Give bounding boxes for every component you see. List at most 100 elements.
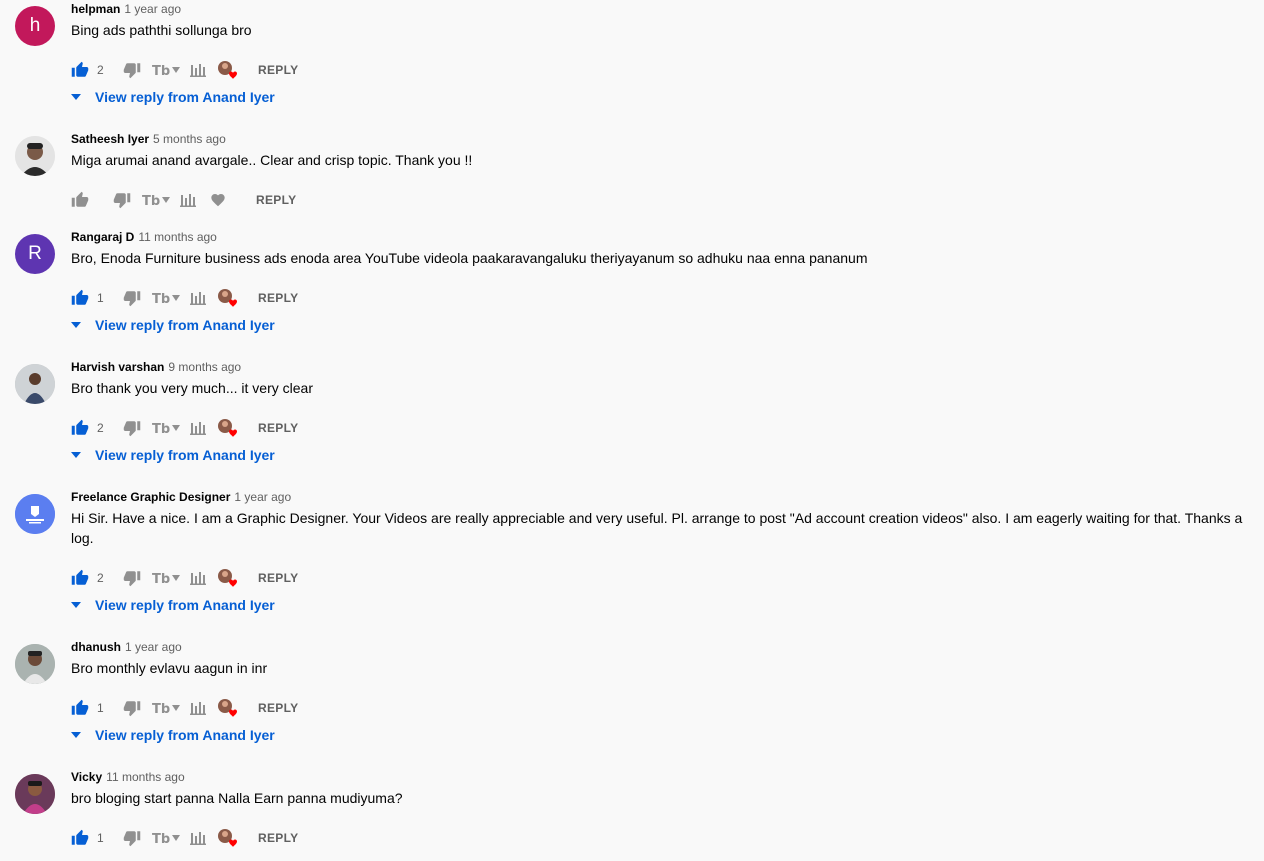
caret-down-icon [71,452,81,458]
dislike-button[interactable] [123,699,141,717]
creator-heart-button[interactable] [216,828,240,848]
author-name[interactable]: Satheesh Iyer [71,132,149,146]
svg-text:Tb: Tb [152,572,170,585]
like-icon [71,419,89,437]
author-name[interactable]: Harvish varshan [71,360,164,374]
svg-text:Tb: Tb [152,292,170,305]
dislike-icon [123,419,141,437]
svg-text:Tb: Tb [142,194,160,207]
stats-icon[interactable] [190,831,206,845]
creator-heart-icon [216,60,240,80]
like-count: 1 [97,291,104,305]
comment-actions: 1 Tb REPLY [71,828,298,848]
reply-button[interactable]: REPLY [258,421,298,435]
view-replies-label: View reply from Anand Iyer [95,317,275,333]
stats-icon[interactable] [190,291,206,305]
reply-button[interactable]: REPLY [258,701,298,715]
dislike-icon [123,61,141,79]
reply-button[interactable]: REPLY [258,831,298,845]
like-button[interactable] [71,289,89,307]
like-button[interactable] [71,829,89,847]
view-replies-button[interactable]: View reply from Anand Iyer [71,597,275,613]
comment-actions: 1 Tb REPLY [71,288,298,308]
stats-icon[interactable] [180,193,196,207]
dislike-icon [123,569,141,587]
stats-icon[interactable] [190,701,206,715]
translate-icon[interactable]: Tb [152,421,182,435]
translate-icon[interactable]: Tb [142,193,172,207]
avatar[interactable] [15,774,55,814]
like-button[interactable] [71,699,89,717]
creator-heart-button[interactable] [216,568,240,588]
dislike-button[interactable] [123,419,141,437]
view-replies-button[interactable]: View reply from Anand Iyer [71,317,275,333]
like-icon [71,699,89,717]
comment-time[interactable]: 11 months ago [106,770,185,784]
comment-time[interactable]: 1 year ago [124,2,181,16]
reply-button[interactable]: REPLY [258,571,298,585]
comment-header: dhanush 1 year ago [71,638,182,656]
like-icon [71,191,89,209]
comment-time[interactable]: 9 months ago [168,360,241,374]
view-replies-button[interactable]: View reply from Anand Iyer [71,727,275,743]
avatar[interactable] [15,494,55,534]
comment-text: Bro, Enoda Furniture business ads enoda … [71,250,868,266]
avatar[interactable] [15,136,55,176]
translate-icon[interactable]: Tb [152,63,182,77]
translate-icon[interactable]: Tb [152,291,182,305]
creator-heart-button[interactable] [216,60,240,80]
stats-icon[interactable] [190,63,206,77]
comment-time[interactable]: 1 year ago [125,640,182,654]
svg-text:Tb: Tb [152,64,170,77]
creator-heart-button[interactable] [216,288,240,308]
creator-heart-button[interactable] [206,190,230,210]
dislike-icon [113,191,131,209]
reply-button[interactable]: REPLY [258,63,298,77]
translate-icon[interactable]: Tb [152,571,182,585]
svg-text:Tb: Tb [152,832,170,845]
view-replies-label: View reply from Anand Iyer [95,597,275,613]
avatar[interactable] [15,644,55,684]
like-button[interactable] [71,569,89,587]
translate-icon[interactable]: Tb [152,831,182,845]
comment-header: Freelance Graphic Designer 1 year ago [71,488,291,506]
comment-time[interactable]: 5 months ago [153,132,226,146]
dislike-button[interactable] [123,289,141,307]
view-replies-button[interactable]: View reply from Anand Iyer [71,447,275,463]
like-button[interactable] [71,61,89,79]
dislike-button[interactable] [113,191,131,209]
author-name[interactable]: Rangaraj D [71,230,134,244]
author-name[interactable]: Freelance Graphic Designer [71,490,230,504]
author-name[interactable]: helpman [71,2,120,16]
creator-heart-button[interactable] [216,418,240,438]
comment-time[interactable]: 11 months ago [138,230,217,244]
comment-header: Satheesh Iyer 5 months ago [71,130,226,148]
reply-button[interactable]: REPLY [256,193,296,207]
avatar[interactable]: R [15,234,55,274]
creator-heart-button[interactable] [216,698,240,718]
avatar[interactable] [15,364,55,404]
dislike-button[interactable] [123,569,141,587]
dislike-icon [123,829,141,847]
comment-text: Bro monthly evlavu aagun in inr [71,660,268,676]
dislike-button[interactable] [123,61,141,79]
view-replies-label: View reply from Anand Iyer [95,447,275,463]
stats-icon[interactable] [190,421,206,435]
like-count: 2 [97,571,104,585]
like-button[interactable] [71,191,89,209]
like-button[interactable] [71,419,89,437]
translate-icon[interactable]: Tb [152,701,182,715]
reply-button[interactable]: REPLY [258,291,298,305]
view-replies-label: View reply from Anand Iyer [95,89,275,105]
creator-heart-icon [216,828,240,848]
avatar[interactable]: h [15,6,55,46]
author-name[interactable]: dhanush [71,640,121,654]
comment-time[interactable]: 1 year ago [234,490,291,504]
view-replies-button[interactable]: View reply from Anand Iyer [71,89,275,105]
comment-text: bro bloging start panna Nalla Earn panna… [71,790,403,806]
dislike-button[interactable] [123,829,141,847]
comment-header: Rangaraj D 11 months ago [71,228,217,246]
creator-heart-icon [216,288,240,308]
author-name[interactable]: Vicky [71,770,102,784]
stats-icon[interactable] [190,571,206,585]
